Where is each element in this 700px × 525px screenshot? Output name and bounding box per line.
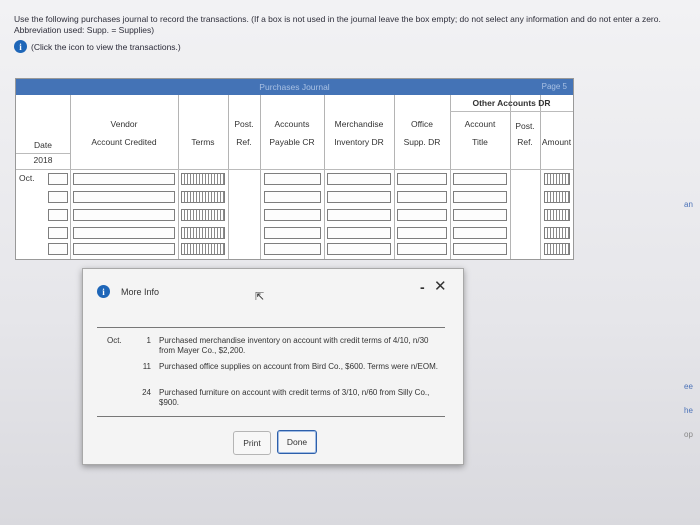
date-day-input[interactable] — [48, 191, 68, 203]
print-button[interactable]: Print — [233, 431, 271, 455]
edge-fragment: ee — [684, 382, 693, 391]
journal-title-bar: Purchases Journal — [16, 79, 573, 95]
office-input[interactable] — [397, 173, 447, 185]
vendor-input[interactable] — [73, 243, 175, 255]
vendor-input[interactable] — [73, 191, 175, 203]
info-icon[interactable]: i — [14, 40, 27, 53]
hdr-payable-bottom: Payable CR — [269, 137, 315, 147]
done-button[interactable]: Done — [277, 430, 317, 454]
more-info-dialog: i More Info ⇱ - ✕ Oct. 1 Purchased merch… — [82, 268, 464, 465]
hdr-acct-top: Account — [464, 119, 496, 129]
year-divider — [16, 153, 70, 154]
office-input[interactable] — [397, 209, 447, 221]
info-link-text: (Click the icon to view the transactions… — [31, 41, 181, 52]
minimize-icon[interactable]: - — [420, 279, 425, 295]
hdr-office-bottom: Supp. DR — [403, 137, 441, 147]
transactions-panel: Oct. 1 Purchased merchandise inventory o… — [97, 327, 445, 417]
journal-columns: Other Accounts DR Date Vendor Account Cr… — [16, 95, 573, 259]
hdr-vendor-bottom: Account Credited — [91, 137, 157, 147]
payable-input[interactable] — [264, 173, 321, 185]
payable-input[interactable] — [264, 243, 321, 255]
hdr-payable-top: Accounts — [274, 119, 310, 129]
vendor-input[interactable] — [73, 209, 175, 221]
date-day-input[interactable] — [48, 243, 68, 255]
vendor-input[interactable] — [73, 227, 175, 239]
purchases-journal: Purchases Journal Page 5 Other Accounts … — [15, 78, 574, 260]
edge-fragment: an — [684, 200, 693, 209]
info-icon: i — [97, 285, 110, 298]
dialog-title: More Info — [121, 287, 160, 297]
hdr-office-top: Office — [410, 119, 434, 129]
office-input[interactable] — [397, 243, 447, 255]
trans-text: Purchased office supplies on account fro… — [159, 362, 438, 371]
acct-title-input[interactable] — [453, 209, 507, 221]
hdr-date: Date — [34, 140, 52, 150]
payable-input[interactable] — [264, 191, 321, 203]
screen: Use the following purchases journal to r… — [0, 0, 700, 525]
acct-title-input[interactable] — [453, 243, 507, 255]
year-label: 2018 — [33, 155, 53, 165]
terms-input[interactable] — [181, 243, 225, 255]
acct-title-input[interactable] — [453, 173, 507, 185]
trans-day: 11 — [142, 362, 151, 371]
hdr-post-bottom: Ref. — [236, 137, 252, 147]
terms-input[interactable] — [181, 173, 225, 185]
payable-input[interactable] — [264, 209, 321, 221]
trans-day: 1 — [146, 336, 151, 345]
edge-fragment: op — [684, 430, 693, 439]
cursor-icon: ⇱ — [255, 291, 265, 303]
date-day-input[interactable] — [48, 173, 68, 185]
hdr-acct-bottom: Title — [472, 137, 488, 147]
date-day-input[interactable] — [48, 227, 68, 239]
trans-day: 24 — [142, 388, 151, 397]
merch-input[interactable] — [327, 243, 391, 255]
date-day-input[interactable] — [48, 209, 68, 221]
vendor-input[interactable] — [73, 173, 175, 185]
terms-input[interactable] — [181, 209, 225, 221]
hdr-terms: Terms — [191, 137, 215, 147]
hdr-merch-bottom: Inventory DR — [334, 137, 384, 147]
header-divider — [16, 169, 573, 170]
edge-fragment: he — [684, 406, 693, 415]
hdr-merch-top: Merchandise — [334, 119, 384, 129]
merch-input[interactable] — [327, 209, 391, 221]
hdr-amount: Amount — [541, 137, 572, 147]
close-icon[interactable]: ✕ — [434, 277, 447, 295]
journal-title: Purchases Journal — [259, 82, 330, 92]
hdr-post2-top: Post. — [515, 121, 535, 131]
trans-month: Oct. — [107, 336, 122, 345]
other-accounts-divider — [450, 111, 573, 112]
trans-text: Purchased furniture on account with cred… — [159, 388, 430, 407]
office-input[interactable] — [397, 227, 447, 239]
hdr-post-top: Post. — [234, 119, 254, 129]
trans-text: Purchased merchandise inventory on accou… — [159, 336, 429, 355]
payable-input[interactable] — [264, 227, 321, 239]
merch-input[interactable] — [327, 191, 391, 203]
amount-input[interactable] — [544, 191, 570, 203]
terms-input[interactable] — [181, 227, 225, 239]
acct-title-input[interactable] — [453, 191, 507, 203]
amount-input[interactable] — [544, 173, 570, 185]
amount-input[interactable] — [544, 209, 570, 221]
hdr-vendor-top: Vendor — [110, 119, 138, 129]
merch-input[interactable] — [327, 173, 391, 185]
amount-input[interactable] — [544, 227, 570, 239]
instructions-text: Use the following purchases journal to r… — [14, 14, 661, 35]
terms-input[interactable] — [181, 191, 225, 203]
acct-title-input[interactable] — [453, 227, 507, 239]
amount-input[interactable] — [544, 243, 570, 255]
office-input[interactable] — [397, 191, 447, 203]
month-label: Oct. — [19, 173, 35, 183]
info-line: i (Click the icon to view the transactio… — [14, 40, 181, 53]
other-accounts-header: Other Accounts DR — [472, 98, 551, 108]
merch-input[interactable] — [327, 227, 391, 239]
col-post2 — [510, 95, 541, 259]
journal-page: Page 5 — [541, 82, 567, 91]
hdr-post2-bottom: Ref. — [517, 137, 533, 147]
